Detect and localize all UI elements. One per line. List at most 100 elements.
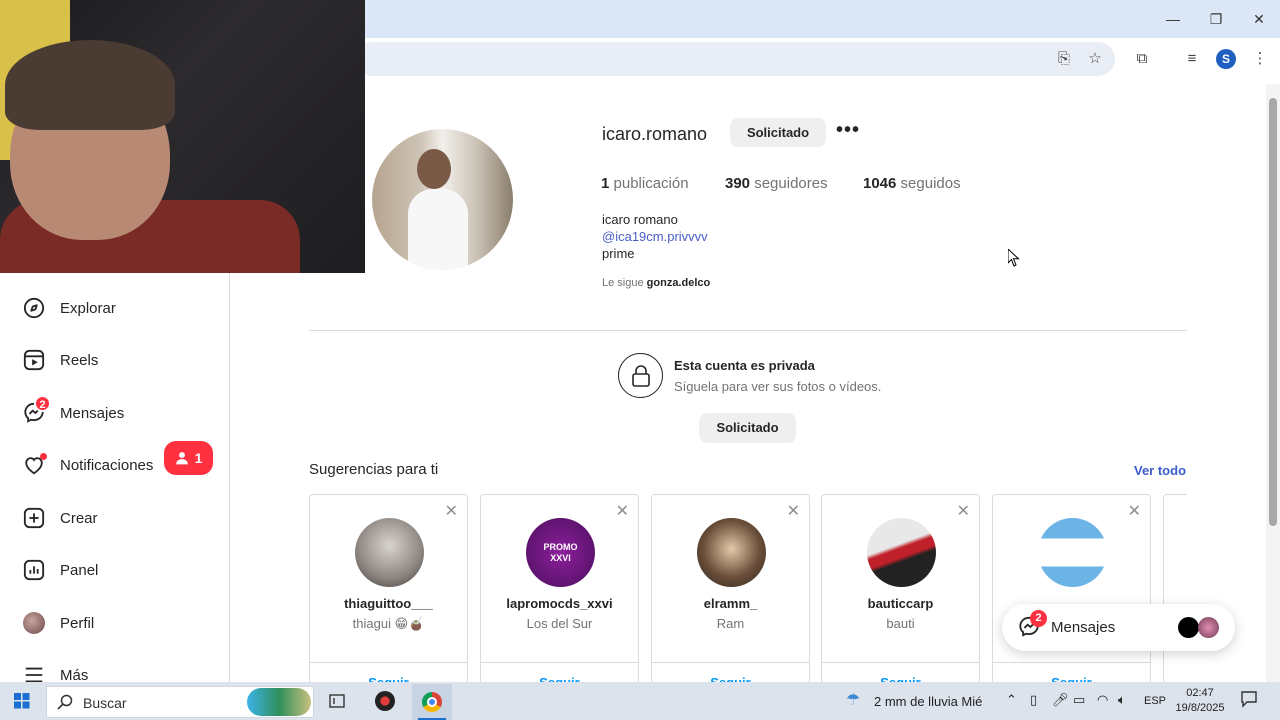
- media-queue-icon[interactable]: ≡: [1181, 48, 1203, 70]
- suggestion-card[interactable]: ✕ PROMO XXVI lapromocds_xxvi Los del Sur…: [480, 494, 639, 684]
- suggestion-avatar[interactable]: [355, 518, 424, 587]
- search-icon: [57, 694, 73, 710]
- extensions-icon[interactable]: ⧉: [1131, 48, 1153, 70]
- nav-mensajes[interactable]: 2 Mensajes: [22, 395, 124, 428]
- close-icon[interactable]: ✕: [1245, 8, 1273, 30]
- app-taskbar-icon[interactable]: [375, 691, 395, 711]
- suggestion-subtitle: bauti: [886, 616, 915, 631]
- dismiss-icon[interactable]: ✕: [957, 501, 970, 521]
- profile-picture[interactable]: [372, 129, 513, 270]
- messages-floating-button[interactable]: 2 Mensajes: [1002, 604, 1235, 651]
- followed-by-prefix: Le sigue: [602, 277, 644, 289]
- search-placeholder: Buscar: [83, 695, 127, 711]
- requested-button-secondary[interactable]: Solicitado: [699, 413, 796, 443]
- suggestion-card[interactable]: ✕ Seguir: [992, 494, 1151, 684]
- dismiss-icon[interactable]: ✕: [445, 501, 458, 521]
- battery-icon[interactable]: ▭: [1073, 692, 1085, 708]
- chevron-up-icon[interactable]: ⌃: [1006, 692, 1017, 708]
- suggestion-avatar[interactable]: [1038, 518, 1107, 587]
- wifi-icon[interactable]: ◠: [1097, 692, 1108, 708]
- suggestion-username[interactable]: lapromocds_xxvi: [481, 596, 638, 611]
- kebab-menu-icon[interactable]: ⋮: [1249, 48, 1271, 70]
- nav-notificaciones[interactable]: Notificaciones: [22, 450, 153, 480]
- profile-handle-link[interactable]: @ica19cm.privvvv: [602, 229, 708, 244]
- more-options-icon[interactable]: •••: [836, 120, 860, 144]
- suggestion-username[interactable]: elramm_: [652, 596, 809, 611]
- nav-label: Explorar: [60, 299, 116, 317]
- notification-pill[interactable]: 1: [164, 441, 213, 475]
- following-count: 1046: [863, 175, 897, 192]
- nav-label: Crear: [60, 509, 98, 527]
- dismiss-icon[interactable]: ✕: [1128, 501, 1141, 521]
- volume-icon[interactable]: 🔈︎: [1118, 692, 1126, 708]
- conversation-avatar: [1198, 617, 1219, 638]
- suggestion-card[interactable]: ✕ bauticcarp bauti Seguir: [821, 494, 980, 684]
- suggestion-card[interactable]: ✕ elramm_ Ram Seguir: [651, 494, 810, 684]
- suggestion-username[interactable]: thiaguittoo___: [310, 596, 467, 611]
- notification-dot: [40, 453, 47, 460]
- dismiss-icon[interactable]: ✕: [787, 501, 800, 521]
- nav-panel[interactable]: Panel: [22, 555, 98, 585]
- messages-badge: 2: [34, 395, 51, 412]
- nav-reels[interactable]: Reels: [22, 345, 98, 375]
- suggestion-subtitle: thiagui 😁🧉: [352, 616, 425, 631]
- profile-bio: prime: [602, 246, 635, 261]
- messages-float-label: Mensajes: [1051, 619, 1116, 636]
- requested-button[interactable]: Solicitado: [730, 118, 826, 147]
- scrollbar-thumb[interactable]: [1269, 98, 1277, 526]
- suggestion-avatar[interactable]: [867, 518, 936, 587]
- card-divider: [310, 662, 467, 663]
- suggestion-card[interactable]: ✕ thiaguittoo___ thiagui 😁🧉 Seguir: [309, 494, 468, 684]
- task-view-icon[interactable]: [328, 692, 346, 715]
- windows-start-icon[interactable]: [14, 693, 30, 714]
- nav-perfil[interactable]: Perfil: [22, 608, 94, 638]
- card-divider: [822, 662, 979, 663]
- profile-username: icaro.romano: [602, 124, 708, 144]
- notification-count: 1: [194, 450, 203, 466]
- suggestion-username[interactable]: bauticcarp: [822, 596, 979, 611]
- chrome-taskbar-button[interactable]: [412, 684, 452, 720]
- search-highlight-image: [247, 688, 311, 716]
- bookmark-star-icon[interactable]: ☆: [1084, 48, 1106, 70]
- private-account-subtitle: Síguela para ver sus fotos o vídeos.: [674, 379, 882, 394]
- minimize-icon[interactable]: —: [1159, 8, 1187, 30]
- nav-crear[interactable]: Crear: [22, 503, 98, 533]
- weather-text[interactable]: 2 mm de lluvia Mié: [874, 694, 982, 709]
- suggestion-card-partial[interactable]: [1163, 494, 1187, 684]
- taskbar-clock[interactable]: 02:47 19/8/2025: [1170, 686, 1230, 716]
- posts-count: 1: [601, 175, 610, 192]
- followed-by[interactable]: Le sigue gonza.delco: [602, 277, 710, 289]
- following-stat[interactable]: 1046 seguidos: [863, 175, 961, 192]
- account-avatar[interactable]: S: [1216, 49, 1236, 69]
- address-bar[interactable]: [355, 42, 1115, 76]
- suggestion-avatar[interactable]: PROMO XXVI: [526, 518, 595, 587]
- mouse-cursor-icon: [1007, 247, 1020, 272]
- nav-label: Panel: [60, 561, 99, 579]
- language-indicator[interactable]: ESP: [1144, 695, 1166, 707]
- microphone-icon[interactable]: 🎤︎: [1052, 692, 1069, 708]
- lock-icon: [618, 353, 663, 398]
- card-divider: [652, 662, 809, 663]
- private-account-title: Esta cuenta es privada: [674, 358, 815, 373]
- weather-rain-icon: ☂: [846, 692, 861, 709]
- suggestion-avatar[interactable]: [697, 518, 766, 587]
- suggestions-title: Sugerencias para ti: [309, 461, 439, 478]
- chart-icon: [22, 558, 46, 582]
- tray-device-icon[interactable]: ▯: [1030, 692, 1037, 708]
- nav-explorar[interactable]: Explorar: [22, 293, 116, 323]
- see-all-link[interactable]: Ver todo: [1134, 463, 1186, 478]
- followers-stat[interactable]: 390 seguidores: [725, 175, 828, 192]
- suggestion-subtitle: Ram: [716, 616, 745, 631]
- dismiss-icon[interactable]: ✕: [616, 501, 629, 521]
- chrome-icon: [422, 692, 442, 712]
- posts-stat: 1 publicación: [601, 175, 689, 192]
- restore-icon[interactable]: ❐: [1202, 8, 1230, 30]
- install-app-icon[interactable]: ⎘: [1053, 48, 1075, 70]
- notification-center-icon[interactable]: [1240, 690, 1258, 713]
- card-divider: [481, 662, 638, 663]
- suggestion-subtitle: Los del Sur: [526, 616, 593, 631]
- person-icon: [175, 452, 188, 465]
- compass-icon: [22, 296, 46, 320]
- followed-by-user[interactable]: gonza.delco: [647, 277, 711, 289]
- taskbar-search[interactable]: Buscar: [46, 686, 314, 718]
